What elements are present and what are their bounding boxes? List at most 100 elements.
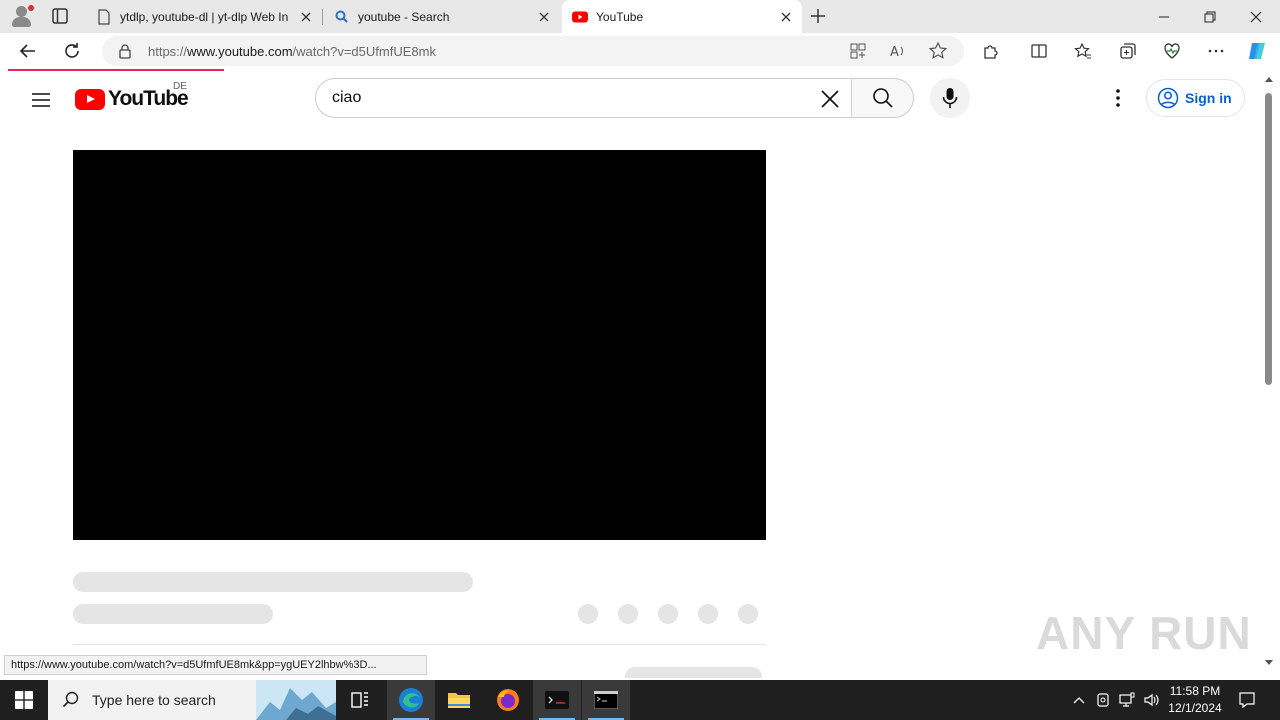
- task-view-icon: [351, 692, 368, 708]
- svg-text:A: A: [890, 45, 899, 60]
- taskbar-command-prompt[interactable]: [582, 680, 630, 720]
- youtube-logo[interactable]: YouTube DE: [75, 81, 189, 111]
- puzzle-icon: [984, 45, 998, 59]
- tab-actions-icon[interactable]: [50, 6, 70, 26]
- close-tab-icon[interactable]: [536, 9, 552, 25]
- taskbar-clock[interactable]: 11:58 PM 12/1/2024: [1162, 683, 1228, 717]
- favorites-icon: [1074, 42, 1091, 59]
- link-status-bar: https://www.youtube.com/watch?v=d5UfmfUE…: [4, 655, 427, 675]
- copilot-button[interactable]: [1245, 39, 1269, 63]
- voice-search-button[interactable]: [930, 78, 970, 118]
- action-placeholder: [618, 604, 638, 624]
- back-arrow-icon: [19, 44, 35, 58]
- collections-icon: [1120, 43, 1136, 59]
- taskbar-file-explorer[interactable]: [435, 680, 483, 720]
- browser-essentials-button[interactable]: [1160, 39, 1184, 63]
- tray-device-button[interactable]: [1092, 680, 1114, 720]
- edge-browser-icon: [399, 688, 423, 712]
- hamburger-menu-icon[interactable]: [29, 88, 53, 112]
- windows-taskbar: Type here to search 11:58 PM 12/1/2024: [0, 680, 1280, 720]
- search-button[interactable]: [851, 78, 914, 118]
- video-player[interactable]: [73, 150, 766, 540]
- clock-time: 11:58 PM: [1169, 684, 1221, 698]
- refresh-icon: [65, 43, 79, 58]
- search-highlight-illustration: [256, 680, 336, 720]
- network-button[interactable]: [1116, 680, 1138, 720]
- sign-in-label: Sign in: [1185, 90, 1232, 106]
- back-button[interactable]: [16, 39, 40, 63]
- microphone-icon: [942, 88, 958, 108]
- search-icon: [62, 691, 79, 708]
- taskbar-search-box[interactable]: Type here to search: [48, 680, 336, 720]
- collections-button[interactable]: [1116, 39, 1140, 63]
- page-scrollbar[interactable]: [1261, 71, 1280, 678]
- more-horizontal-icon: [1208, 49, 1224, 53]
- account-circle-icon: [1157, 87, 1179, 109]
- youtube-page: YouTube DE ciao Sign in: [3, 71, 1261, 678]
- read-aloud-icon[interactable]: A: [888, 41, 908, 61]
- close-tab-icon[interactable]: [298, 9, 314, 25]
- volume-button[interactable]: [1140, 680, 1162, 720]
- divider: [73, 644, 766, 645]
- anyrun-watermark: ANY RUN: [1036, 607, 1252, 659]
- lock-icon[interactable]: [118, 43, 132, 59]
- profile-avatar-icon[interactable]: [10, 4, 34, 28]
- tab-title: YouTube: [596, 9, 644, 24]
- search-icon: [872, 88, 893, 108]
- start-button[interactable]: [0, 680, 48, 720]
- show-hidden-icons-button[interactable]: [1068, 680, 1090, 720]
- notifications-button[interactable]: [1232, 680, 1262, 720]
- youtube-play-icon: [75, 88, 105, 110]
- minimize-button[interactable]: [1141, 0, 1187, 33]
- youtube-icon: [572, 11, 588, 22]
- scrollbar-thumb[interactable]: [1265, 93, 1272, 385]
- split-screen-icon: [1031, 44, 1047, 58]
- settings-kebab-icon[interactable]: [1106, 86, 1130, 110]
- close-icon: [1250, 11, 1262, 22]
- restore-button[interactable]: [1187, 0, 1233, 33]
- command-prompt-icon: [594, 691, 618, 709]
- clock-date: 12/1/2024: [1168, 701, 1222, 715]
- terminal-app-icon: [545, 691, 569, 709]
- favorites-button[interactable]: [1071, 39, 1095, 63]
- close-tab-icon[interactable]: [778, 9, 794, 25]
- tab-ytdlp[interactable]: ytdlp, youtube-dl | yt-dlp Web In: [86, 0, 322, 33]
- taskbar-search-placeholder: Type here to search: [92, 692, 216, 708]
- tab-youtube[interactable]: YouTube: [562, 0, 802, 33]
- minimize-icon: [1159, 16, 1169, 17]
- split-screen-button[interactable]: [1027, 39, 1051, 63]
- network-icon: [1119, 692, 1135, 707]
- folder-icon: [448, 693, 470, 708]
- heart-pulse-icon: [1164, 43, 1180, 59]
- browser-toolbar: https://www.youtube.com/watch?v=d5UfmfUE…: [0, 33, 1280, 69]
- favorite-star-icon[interactable]: [928, 41, 948, 61]
- page-icon: [98, 8, 110, 25]
- browser-tab-strip: ytdlp, youtube-dl | yt-dlp Web In youtub…: [0, 0, 1280, 33]
- clear-search-icon[interactable]: [818, 87, 842, 111]
- device-icon: [1097, 693, 1109, 707]
- region-code: DE: [173, 81, 187, 92]
- scroll-down-icon[interactable]: [1264, 659, 1274, 667]
- sign-in-button[interactable]: Sign in: [1146, 79, 1245, 117]
- task-view-button[interactable]: [336, 680, 384, 720]
- settings-more-button[interactable]: [1204, 39, 1228, 63]
- taskbar-edge[interactable]: [387, 680, 435, 720]
- tab-youtube-search[interactable]: youtube - Search: [324, 0, 560, 33]
- app-available-icon[interactable]: [848, 41, 868, 61]
- address-bar[interactable]: https://www.youtube.com/watch?v=d5UfmfUE…: [102, 36, 964, 66]
- taskbar-ytdlp-app[interactable]: [533, 680, 581, 720]
- tab-title: ytdlp, youtube-dl | yt-dlp Web In: [120, 9, 289, 24]
- new-tab-icon[interactable]: [808, 6, 828, 26]
- restore-icon: [1204, 11, 1216, 22]
- extensions-button[interactable]: [979, 39, 1003, 63]
- refresh-button[interactable]: [60, 39, 84, 63]
- close-window-button[interactable]: [1233, 0, 1279, 33]
- windows-logo-icon: [15, 691, 33, 709]
- url-text: https://www.youtube.com/watch?v=d5UfmfUE…: [148, 44, 436, 59]
- action-placeholder: [698, 604, 718, 624]
- scroll-up-icon[interactable]: [1264, 75, 1274, 83]
- search-input[interactable]: ciao: [315, 78, 852, 118]
- firefox-icon: [497, 689, 519, 711]
- taskbar-firefox[interactable]: [484, 680, 532, 720]
- copilot-icon: [1249, 43, 1265, 59]
